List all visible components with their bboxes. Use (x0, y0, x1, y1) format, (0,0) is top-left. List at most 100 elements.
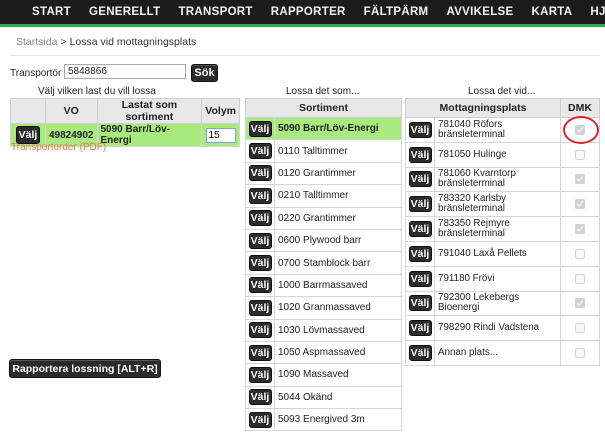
sortiment-row-button-cell: Välj (245, 251, 275, 275)
sortiment-select-button[interactable]: Välj (248, 187, 272, 204)
mottagning-select-button[interactable]: Välj (408, 270, 432, 287)
mottagningsplats-label: 792300 Lekebergs Bioenergi (434, 290, 561, 317)
dmk-checkbox[interactable] (575, 149, 585, 160)
sortiment-select-button[interactable]: Välj (248, 120, 272, 137)
sortiment-select-button[interactable]: Välj (248, 366, 272, 383)
mottagning-row: Välj 798290 Rindi Vadstena (405, 315, 600, 342)
breadcrumb-home-link[interactable]: Startsida (16, 36, 57, 48)
sortiment-row: Välj 5090 Barr/Löv-Energi (245, 116, 402, 141)
sortiment-select-button[interactable]: Välj (248, 165, 272, 182)
sortiment-select-button[interactable]: Välj (248, 322, 272, 339)
sortiment-select-button[interactable]: Välj (248, 143, 272, 160)
sortiment-label: 1030 Lövmassaved (274, 318, 402, 342)
sortiment-row: Välj 0120 Grantimmer (245, 161, 402, 186)
dmk-cell (560, 315, 600, 342)
nav-transport[interactable]: TRANSPORT (169, 0, 261, 24)
mottagning-select-button[interactable]: Välj (408, 320, 432, 337)
sortiment-select-button[interactable]: Välj (248, 210, 272, 227)
sortiment-row-button-cell: Välj (245, 385, 275, 410)
nav-hjalp[interactable]: HJÄLP (581, 0, 605, 24)
sortiment-select-button[interactable]: Välj (248, 232, 272, 249)
mottagning-row-button-cell: Välj (405, 290, 435, 317)
sortiment-row-button-cell: Välj (245, 116, 275, 141)
sortiment-caption: Lossa det som... (286, 86, 360, 97)
sortiment-select-button[interactable]: Välj (248, 344, 272, 361)
mottagning-row-button-cell: Välj (405, 315, 435, 342)
dmk-checkbox[interactable] (575, 174, 585, 185)
nav-rapporter[interactable]: RAPPORTER (262, 0, 355, 24)
mottagning-row-button-cell: Välj (405, 117, 435, 143)
mottagning-row-button-cell: Välj (405, 166, 435, 193)
sortiment-label: 1000 Barrmassaved (274, 273, 402, 298)
sortiment-row: Välj 1090 Massaved (245, 363, 402, 387)
sortiment-row: Välj 5044 Okänd (245, 385, 402, 410)
mottagningsplats-label: 798290 Rindi Vadstena (434, 315, 561, 342)
mottagning-row: Välj 781040 Röfors bränsleterminal (405, 117, 600, 143)
mottagning-select-button[interactable]: Välj (408, 221, 432, 238)
nav-faltparm[interactable]: FÄLTPÄRM (355, 0, 438, 24)
sortiment-row: Välj 1000 Barrmassaved (245, 273, 402, 298)
dmk-checkbox[interactable] (575, 124, 585, 135)
nav-start[interactable]: START (0, 0, 80, 24)
mottagningsplats-label: 783320 Karlsby bränsleterminal (434, 191, 561, 218)
dmk-cell (560, 265, 600, 292)
sortiment-label: 5090 Barr/Löv-Energi (274, 116, 402, 141)
dmk-cell (560, 340, 600, 366)
sortiment-select-button[interactable]: Välj (248, 299, 272, 316)
dmk-checkbox[interactable] (575, 223, 585, 234)
sortiment-label: 0110 Talltimmer (274, 139, 402, 163)
vo-header-volym: Volym (201, 98, 240, 124)
nav-generellt[interactable]: GENERELLT (80, 0, 170, 24)
transportor-input[interactable] (64, 64, 186, 79)
sortiment-header: Sortiment (245, 98, 402, 118)
mottagning-row-button-cell: Välj (405, 265, 435, 292)
nav-karta[interactable]: KARTA (522, 0, 581, 24)
mottagning-select-button[interactable]: Välj (408, 196, 432, 213)
dmk-checkbox[interactable] (575, 248, 585, 259)
mottagning-select-button[interactable]: Välj (408, 121, 432, 138)
sortiment-label: 5093 Energived 3m (274, 408, 402, 432)
nav-avvikelse[interactable]: AVVIKELSE (437, 0, 522, 24)
mottagning-row-button-cell: Välj (405, 216, 435, 242)
mottagning-row: Välj 781050 Hulinge (405, 141, 600, 168)
nav-accent-strip (0, 24, 605, 27)
mottagning-row: Välj 792300 Lekebergs Bioenergi (405, 290, 600, 317)
mottagning-table-header: Mottagningsplats DMK (405, 98, 600, 118)
sortiment-row: Välj 0600 Plywood barr (245, 228, 402, 253)
sortiment-row-button-cell: Välj (245, 228, 275, 253)
vo-table-header: VO Lastat som sortiment Volym (10, 98, 240, 124)
dmk-cell (560, 166, 600, 193)
sortiment-select-button[interactable]: Välj (248, 411, 272, 428)
sortiment-row-button-cell: Välj (245, 363, 275, 387)
dmk-cell (560, 216, 600, 242)
dmk-checkbox[interactable] (575, 273, 585, 284)
dmk-checkbox[interactable] (575, 199, 585, 210)
sortiment-row-button-cell: Välj (245, 161, 275, 186)
sortiment-label: 0210 Talltimmer (274, 184, 402, 208)
sortiment-select-button[interactable]: Välj (248, 255, 272, 272)
sortiment-label: 0120 Grantimmer (274, 161, 402, 186)
volym-input[interactable] (205, 127, 236, 143)
transportorder-pdf-link[interactable]: Transportorder (PDF) (11, 142, 106, 153)
mottagning-select-button[interactable]: Välj (408, 171, 432, 188)
sortiment-select-button[interactable]: Välj (248, 277, 272, 294)
mottagning-select-button[interactable]: Välj (408, 295, 432, 312)
breadcrumb-current: Lossa vid mottagningsplats (69, 36, 197, 48)
dmk-checkbox[interactable] (575, 298, 585, 309)
sortiment-select-button[interactable]: Välj (248, 389, 272, 406)
dmk-checkbox[interactable] (575, 323, 585, 334)
mottagning-row: Välj 781060 Kvarntorp bränsleterminal (405, 166, 600, 193)
breadcrumb: Startsida > Lossa vid mottagningsplats (16, 36, 196, 48)
vo-volym-cell (201, 123, 240, 147)
search-button[interactable]: Sök (191, 64, 218, 82)
mottagning-row: Välj 791040 Laxå Pellets (405, 240, 600, 267)
sortiment-label: 1050 Aspmassaved (274, 340, 402, 365)
mottagning-select-button[interactable]: Välj (408, 245, 432, 262)
mottagning-select-button[interactable]: Välj (408, 345, 432, 362)
dmk-checkbox[interactable] (575, 347, 585, 358)
sortiment-row-button-cell: Välj (245, 340, 275, 365)
breadcrumb-separator: > (60, 36, 67, 48)
rapportera-lossning-button[interactable]: Rapportera lossning [ALT+R] (9, 359, 161, 378)
mottagning-select-button[interactable]: Välj (408, 146, 432, 163)
mottagningsplats-label: 791180 Frövi (434, 265, 561, 292)
